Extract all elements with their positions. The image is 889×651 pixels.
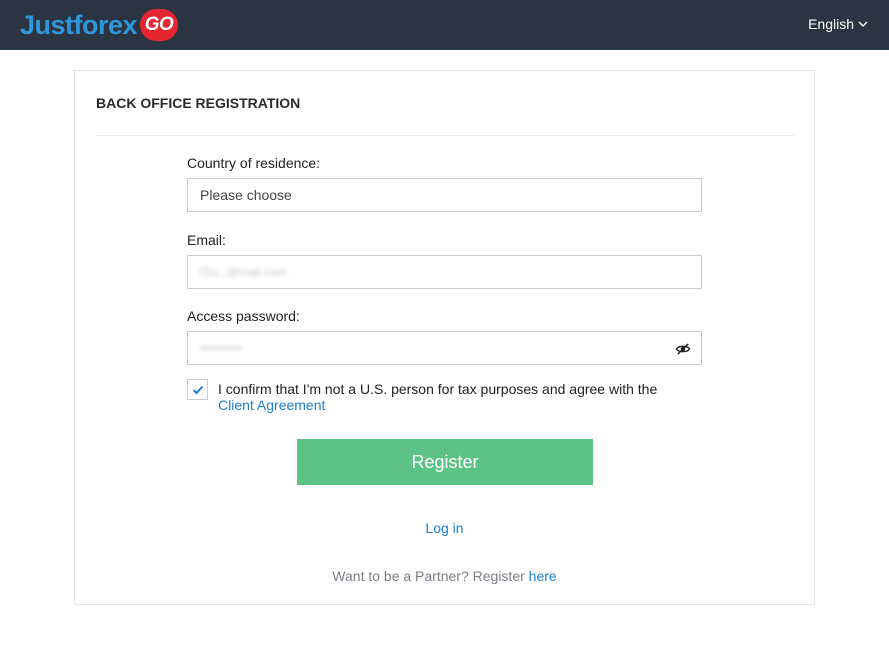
logo[interactable]: Justforex GO: [20, 9, 179, 41]
password-value: ••••••••••: [200, 341, 243, 355]
password-field[interactable]: ••••••••••: [187, 331, 702, 365]
consent-label: I confirm that I'm not a U.S. person for…: [218, 381, 658, 397]
language-selector[interactable]: English: [808, 16, 868, 32]
register-button[interactable]: Register: [297, 439, 593, 485]
email-value: f2u...@mail.com: [200, 265, 287, 279]
consent-text: I confirm that I'm not a U.S. person for…: [218, 381, 688, 413]
top-bar: Justforex GO English: [0, 0, 889, 50]
password-label: Access password:: [187, 308, 300, 324]
client-agreement-link[interactable]: Client Agreement: [218, 397, 325, 413]
checkmark-icon: [192, 385, 203, 394]
consent-checkbox[interactable]: [187, 379, 208, 400]
language-label: English: [808, 16, 854, 32]
page-title: BACK OFFICE REGISTRATION: [96, 95, 301, 111]
partner-register-link[interactable]: here: [529, 568, 557, 584]
email-field[interactable]: f2u...@mail.com: [187, 255, 702, 289]
partner-prompt: Want to be a Partner? Register here: [75, 568, 814, 584]
chevron-down-icon: [858, 21, 868, 27]
partner-text: Want to be a Partner? Register: [332, 568, 525, 584]
country-label: Country of residence:: [187, 155, 321, 171]
logo-badge: GO: [140, 9, 179, 41]
email-label: Email:: [187, 232, 226, 248]
eye-slash-icon[interactable]: [675, 341, 691, 357]
country-select[interactable]: Please choose: [187, 178, 702, 212]
login-link-container: Log in: [75, 520, 814, 536]
logo-text: Justforex: [20, 10, 138, 40]
divider: [96, 135, 794, 136]
login-link[interactable]: Log in: [425, 520, 463, 536]
country-select-value: Please choose: [200, 187, 292, 203]
registration-card: BACK OFFICE REGISTRATION Country of resi…: [74, 70, 815, 605]
